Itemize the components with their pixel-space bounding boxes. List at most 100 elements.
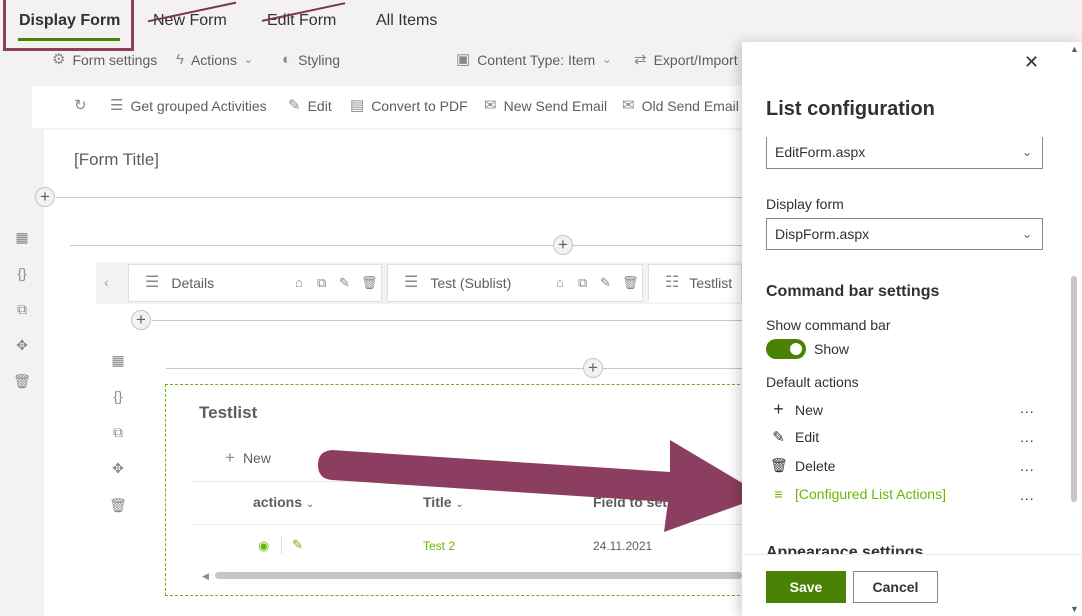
- display-form-dropdown[interactable]: DispForm.aspx ⌄: [766, 218, 1043, 250]
- action-item-edit[interactable]: ✎ Edit: [770, 428, 819, 446]
- layout-settings-icon[interactable]: ▦: [12, 229, 32, 246]
- copy-icon[interactable]: ⧉: [12, 301, 32, 318]
- palette-icon: ◐: [282, 51, 292, 68]
- more-options-icon[interactable]: ...: [1020, 400, 1035, 416]
- content-type-label: Content Type: Item: [477, 52, 596, 68]
- refresh-icon: ↻: [74, 97, 87, 114]
- form-title[interactable]: [Form Title]: [74, 150, 159, 170]
- save-button[interactable]: Save: [766, 571, 846, 603]
- add-row-button[interactable]: +: [583, 358, 603, 378]
- trash-icon[interactable]: 🗑: [622, 275, 639, 291]
- plus-icon: +: [773, 399, 784, 419]
- content-type-icon: ▣: [456, 51, 471, 68]
- code-braces-icon[interactable]: {}: [108, 388, 128, 404]
- code-braces-icon[interactable]: {}: [12, 265, 32, 281]
- scroll-up-arrow[interactable]: ▲: [1070, 44, 1079, 54]
- edit-form-dropdown[interactable]: EditForm.aspx ⌄: [766, 137, 1043, 169]
- panel-footer-divider: [742, 554, 1082, 555]
- chevron-down-icon: ⌄: [602, 54, 612, 66]
- trash-icon[interactable]: 🗑: [361, 275, 378, 291]
- list-icon: ☰: [110, 97, 124, 114]
- form-tab-bar: Display Form New Form Edit Form All Item…: [0, 0, 1082, 51]
- export-import-button[interactable]: ⇄ Export/Import: [634, 51, 738, 69]
- list-new-label: New: [242, 450, 271, 466]
- list-actions-icon: ≡: [774, 486, 783, 502]
- form-command-bar: ↻ ☰ Get grouped Activities ✎ Edit ▤ Convert…: [32, 86, 742, 128]
- content-type-dropdown[interactable]: ▣ Content Type: Item ⌄: [456, 51, 612, 69]
- copy-icon[interactable]: ⧉: [578, 275, 587, 291]
- add-section-button[interactable]: +: [35, 187, 55, 207]
- action-item-delete[interactable]: 🗑 Delete: [770, 457, 835, 474]
- row-title-link[interactable]: Test 2: [423, 539, 455, 553]
- pencil-icon: ✎: [288, 97, 301, 114]
- panel-title: List configuration: [766, 98, 935, 120]
- refresh-button[interactable]: ↻: [74, 98, 87, 114]
- horizontal-scrollbar[interactable]: [215, 572, 742, 579]
- add-section-button[interactable]: +: [131, 310, 151, 330]
- list-tree-icon: ☷: [665, 273, 680, 291]
- section-tab-test-sublist[interactable]: ☰ Test (Sublist) ⌂ ⧉ ✎ 🗑: [387, 264, 643, 302]
- cancel-button[interactable]: Cancel: [853, 571, 938, 603]
- section-tab-label: Test (Sublist): [430, 275, 512, 291]
- section-tab-label: Testlist: [689, 274, 733, 291]
- eye-icon[interactable]: ◉: [258, 538, 269, 554]
- copy-icon[interactable]: ⧉: [317, 275, 326, 291]
- pencil-icon[interactable]: ✎: [600, 275, 611, 291]
- more-options-icon[interactable]: ...: [1020, 429, 1035, 445]
- action-item-new[interactable]: + New: [770, 399, 823, 420]
- scroll-left-arrow[interactable]: ◀: [202, 571, 209, 582]
- add-row-button[interactable]: +: [553, 235, 573, 255]
- move-icon[interactable]: ✥: [12, 337, 32, 354]
- document-icon: ▤: [350, 97, 365, 114]
- list-icon: ☰: [404, 274, 419, 291]
- trash-icon[interactable]: 🗑: [12, 373, 32, 390]
- section-divider: [166, 368, 742, 369]
- section-tab-details[interactable]: ☰ Details ⌂ ⧉ ✎ 🗑: [128, 264, 382, 302]
- actions-button[interactable]: ϟ Actions ⌄: [176, 52, 253, 69]
- pencil-icon: ✎: [772, 429, 785, 446]
- layout-settings-icon[interactable]: ▦: [108, 352, 128, 369]
- show-command-bar-toggle[interactable]: [766, 339, 806, 359]
- close-icon[interactable]: ✕: [1024, 52, 1039, 73]
- home-icon[interactable]: ⌂: [295, 275, 303, 291]
- convert-pdf-button[interactable]: ▤ Convert to PDF: [350, 97, 468, 115]
- action-label: [Configured List Actions]: [795, 486, 946, 502]
- trash-icon: 🗑: [770, 457, 788, 473]
- section-tab-testlist[interactable]: ☷ Testlist: [648, 264, 742, 302]
- home-icon[interactable]: ⌂: [556, 275, 564, 291]
- pencil-icon[interactable]: ✎: [339, 275, 350, 291]
- trash-icon[interactable]: 🗑: [108, 497, 128, 514]
- more-options-icon[interactable]: ...: [1020, 458, 1035, 474]
- appearance-heading: Appearance settings: [766, 544, 924, 554]
- section-divider: [152, 320, 742, 321]
- menu-icon: ☰: [145, 274, 160, 291]
- chevron-down-icon: ⌄: [1021, 145, 1032, 159]
- old-send-email-button[interactable]: ✉ Old Send Email: [622, 98, 739, 115]
- new-send-email-label: New Send Email: [503, 98, 608, 114]
- tab-new-form[interactable]: New Form: [147, 0, 237, 42]
- chevron-left-icon[interactable]: ‹: [104, 274, 109, 290]
- tab-all-items[interactable]: All Items: [376, 0, 437, 42]
- old-send-email-label: Old Send Email: [641, 98, 739, 114]
- more-options-icon[interactable]: ...: [1020, 487, 1035, 503]
- toggle-knob: [790, 343, 802, 355]
- get-grouped-activities-button[interactable]: ☰ Get grouped Activities: [110, 97, 267, 115]
- form-settings-button[interactable]: ⚙ Form settings: [52, 52, 158, 69]
- tab-display-form[interactable]: Display Form: [19, 0, 120, 42]
- edit-command-button[interactable]: ✎ Edit: [288, 97, 332, 115]
- copy-icon[interactable]: ⧉: [108, 424, 128, 441]
- tab-edit-form[interactable]: Edit Form: [261, 0, 346, 42]
- new-send-email-button[interactable]: ✉ New Send Email: [484, 98, 608, 115]
- list-new-button[interactable]: + New: [225, 449, 271, 466]
- action-label: Delete: [795, 457, 836, 474]
- styling-button[interactable]: ◐ Styling: [282, 51, 341, 69]
- column-header-actions[interactable]: actions ⌄: [253, 494, 314, 510]
- form-settings-label: Form settings: [72, 52, 158, 68]
- panel-scrollbar[interactable]: [1071, 276, 1077, 502]
- pencil-icon[interactable]: ✎: [292, 537, 303, 553]
- scroll-down-arrow[interactable]: ▼: [1070, 604, 1079, 614]
- move-icon[interactable]: ✥: [108, 460, 128, 477]
- swap-arrows-icon: ⇄: [634, 51, 647, 68]
- styling-label: Styling: [298, 52, 341, 68]
- action-item-configured-list-actions[interactable]: ≡ [Configured List Actions]: [770, 486, 946, 502]
